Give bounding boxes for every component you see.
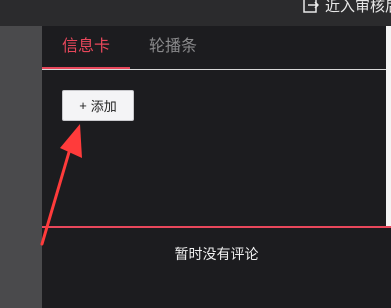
active-tab-indicator (42, 67, 130, 69)
tab-content: + 添加 (42, 70, 386, 226)
top-right-hint-text: 近入审核后 (325, 0, 391, 15)
tab-carousel[interactable]: 轮播条 (149, 37, 197, 57)
tab-bar: 信息卡 轮播条 (42, 26, 386, 70)
top-bar: 近入审核后 (0, 0, 391, 26)
add-button[interactable]: + 添加 (62, 90, 134, 121)
empty-comments-text: 暂时没有评论 (174, 246, 259, 262)
plus-icon: + (79, 98, 87, 113)
add-button-label: 添加 (90, 99, 117, 114)
left-background (0, 26, 42, 308)
top-right-hint[interactable]: 近入审核后 (303, 0, 391, 16)
scrollbar-edge[interactable] (386, 26, 391, 226)
comments-divider (42, 226, 391, 228)
tab-info-card[interactable]: 信息卡 (62, 37, 110, 57)
exit-icon (303, 0, 319, 13)
content-panel: 信息卡 轮播条 + 添加 暂时没有评论 (42, 26, 391, 308)
